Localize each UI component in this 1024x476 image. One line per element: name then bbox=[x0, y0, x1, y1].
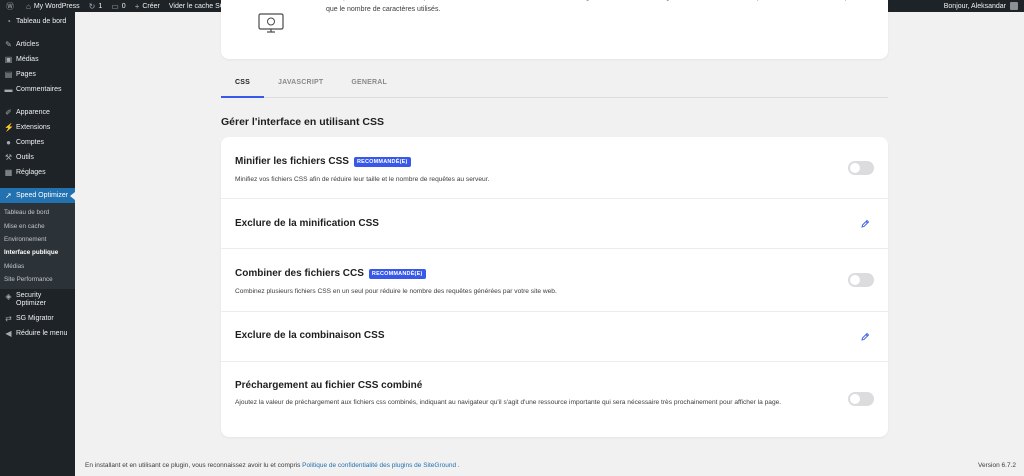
tab-javascript[interactable]: JAVASCRIPT bbox=[264, 76, 337, 98]
plus-icon: + bbox=[134, 1, 140, 11]
privacy-policy-link[interactable]: Politique de confidentialité des plugins… bbox=[302, 462, 456, 469]
media-icon: ▣ bbox=[4, 55, 13, 64]
wp-version: Version 6.7.2 bbox=[978, 462, 1016, 469]
sidebar-item-settings[interactable]: ▦ Réglages bbox=[0, 165, 75, 180]
home-icon: ⌂ bbox=[26, 1, 31, 11]
setting-title: Minifier les fichiers CSS RECOMMANDÉ(E) bbox=[235, 156, 411, 167]
user-icon: ● bbox=[6, 138, 11, 147]
collapse-icon: ◀ bbox=[5, 329, 12, 339]
combine-css-toggle[interactable] bbox=[848, 273, 874, 287]
dashboard-icon: ◔ bbox=[6, 17, 11, 26]
tab-general[interactable]: GENERAL bbox=[337, 76, 401, 98]
toggle-knob bbox=[850, 275, 860, 285]
section-title: Gérer l'interface en utilisant CSS bbox=[221, 116, 384, 128]
comment-icon: ▭ bbox=[111, 1, 119, 11]
toggle-knob bbox=[850, 394, 860, 404]
sidebar-item-tools[interactable]: ⚒ Outils bbox=[0, 150, 75, 165]
sidebar-item-users[interactable]: ● Comptes bbox=[0, 135, 75, 150]
sidebar-item-appearance[interactable]: ✐ Apparence bbox=[0, 105, 75, 120]
shield-icon: ◈ bbox=[5, 292, 12, 302]
tab-css[interactable]: CSS bbox=[221, 76, 264, 98]
sidebar-collapse-menu[interactable]: ◀ Réduire le menu bbox=[0, 326, 75, 341]
comment-icon: ▬ bbox=[4, 85, 13, 94]
submenu-item-frontend[interactable]: Interface publique bbox=[0, 246, 75, 259]
intro-description: Les optimisations de l'interface peuvent… bbox=[326, 0, 870, 13]
setting-description: Minifiez vos fichiers CSS afin de réduir… bbox=[235, 176, 490, 183]
tab-bar: CSS JAVASCRIPT GENERAL bbox=[221, 76, 888, 98]
migrator-icon: ⇄ bbox=[5, 314, 12, 324]
minify-css-toggle[interactable] bbox=[848, 161, 874, 175]
footer-text: En installant et en utilisant ce plugin,… bbox=[85, 462, 460, 469]
admin-bar-account[interactable]: Bonjour, Aleksandar bbox=[944, 2, 1018, 10]
preload-combined-css-toggle[interactable] bbox=[848, 392, 874, 406]
sidebar-item-security-optimizer[interactable]: ◈ Security Optimizer bbox=[0, 289, 75, 311]
intro-card: Les optimisations de l'interface peuvent… bbox=[221, 0, 888, 59]
admin-bar-comments[interactable]: ▭ 0 bbox=[111, 2, 125, 11]
sidebar-item-plugins[interactable]: ⚡ Extensions bbox=[0, 120, 75, 135]
wrench-icon: ⚒ bbox=[4, 153, 13, 162]
setting-description: Combinez plusieurs fichiers CSS en un se… bbox=[235, 288, 557, 295]
admin-sidebar: ◔ Tableau de bord ✎ Articles ▣ Médias ▤ Page… bbox=[0, 12, 75, 476]
pencil-icon[interactable] bbox=[860, 332, 870, 342]
submenu-item-caching[interactable]: Mise en cache bbox=[0, 219, 75, 232]
pencil-icon[interactable] bbox=[860, 219, 870, 229]
updates-icon: ↻ bbox=[88, 1, 96, 11]
wordpress-icon: Ⓦ bbox=[6, 1, 14, 11]
setting-description: Ajoutez la valeur de préchargement aux f… bbox=[235, 399, 782, 406]
sidebar-item-media[interactable]: ▣ Médias bbox=[0, 52, 75, 67]
sidebar-item-sg-migrator[interactable]: ⇄ SG Migrator bbox=[0, 311, 75, 326]
pin-icon: ✎ bbox=[5, 40, 12, 49]
css-settings-card: Minifier les fichiers CSS RECOMMANDÉ(E) … bbox=[221, 137, 888, 437]
rocket-icon: ➚ bbox=[5, 191, 12, 200]
setting-row-exclude-minify: Exclure de la minification CSS bbox=[221, 199, 888, 249]
sidebar-item-speed-optimizer[interactable]: ➚ Speed Optimizer bbox=[0, 188, 75, 203]
setting-row-preload-combined: Préchargement au fichier CSS combiné Ajo… bbox=[221, 362, 888, 437]
submenu-item-environment[interactable]: Environnement bbox=[0, 233, 75, 246]
avatar bbox=[1010, 2, 1018, 10]
admin-bar-site-name[interactable]: ⌂ My WordPress bbox=[26, 2, 80, 11]
speed-optimizer-submenu: Tableau de bord Mise en cache Environnem… bbox=[0, 203, 75, 290]
setting-title: Exclure de la minification CSS bbox=[235, 218, 379, 229]
admin-bar-updates[interactable]: ↻ 1 bbox=[89, 2, 103, 11]
admin-bar-new[interactable]: + Créer bbox=[135, 2, 160, 11]
page-icon: ▤ bbox=[4, 70, 13, 79]
setting-title: Exclure de la combinaison CSS bbox=[235, 330, 385, 341]
setting-title: Préchargement au fichier CSS combiné bbox=[235, 380, 423, 391]
setting-row-combine-css: Combiner des fichiers CCS RECOMMANDÉ(E) … bbox=[221, 249, 888, 312]
monitor-icon bbox=[258, 13, 284, 33]
sidebar-item-comments[interactable]: ▬ Commentaires bbox=[0, 82, 75, 97]
sidebar-item-pages[interactable]: ▤ Pages bbox=[0, 67, 75, 82]
submenu-item-media[interactable]: Médias bbox=[0, 260, 75, 273]
setting-row-exclude-combine: Exclure de la combinaison CSS bbox=[221, 312, 888, 362]
setting-row-minify-css: Minifier les fichiers CSS RECOMMANDÉ(E) … bbox=[221, 137, 888, 199]
sidebar-item-dashboard[interactable]: ◔ Tableau de bord bbox=[0, 14, 75, 29]
settings-icon: ▦ bbox=[4, 168, 13, 177]
plugin-icon: ⚡ bbox=[4, 123, 14, 132]
brush-icon: ✐ bbox=[5, 108, 12, 117]
submenu-item-dashboard[interactable]: Tableau de bord bbox=[0, 206, 75, 219]
recommended-badge: RECOMMANDÉ(E) bbox=[353, 156, 411, 167]
submenu-item-site-performance[interactable]: Site Performance bbox=[0, 273, 75, 286]
wordpress-logo[interactable]: Ⓦ bbox=[6, 1, 17, 12]
admin-bar-purge-cache[interactable]: Vider le cache SG bbox=[169, 3, 225, 10]
recommended-badge: RECOMMANDÉ(E) bbox=[368, 268, 426, 279]
toggle-knob bbox=[850, 163, 860, 173]
setting-title: Combiner des fichiers CCS RECOMMANDÉ(E) bbox=[235, 268, 426, 279]
sidebar-item-posts[interactable]: ✎ Articles bbox=[0, 37, 75, 52]
main-content: Les optimisations de l'interface peuvent… bbox=[75, 0, 1024, 476]
